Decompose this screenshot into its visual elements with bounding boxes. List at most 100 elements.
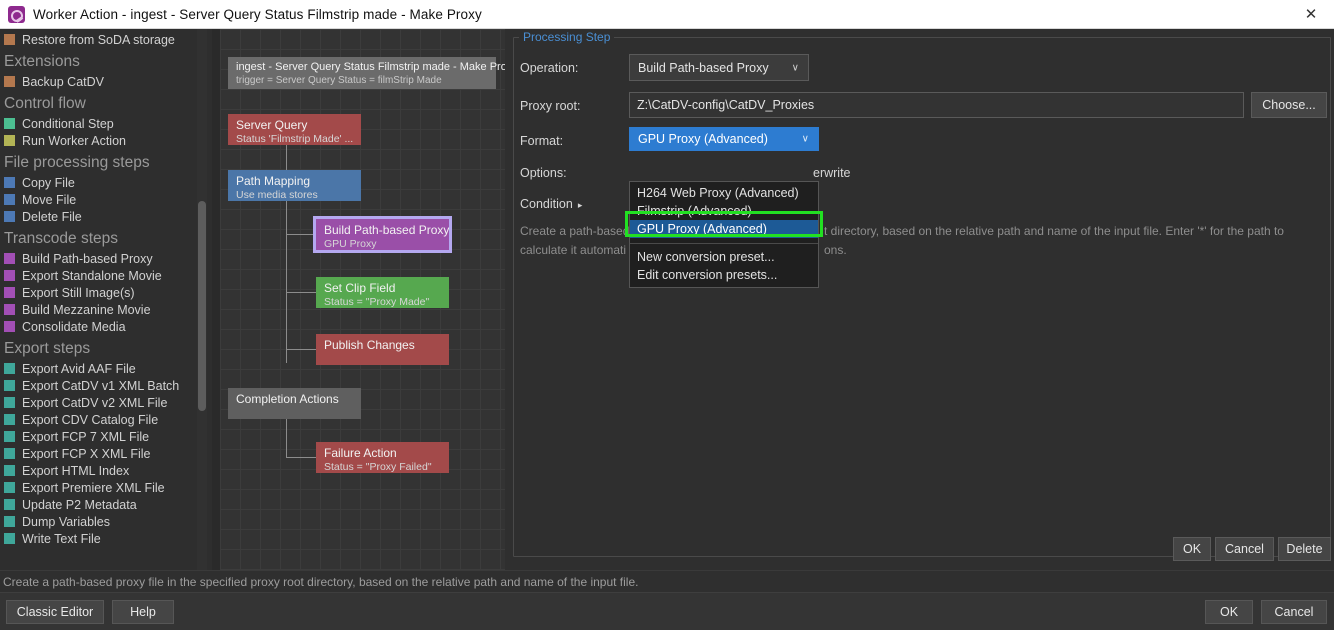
step-color-swatch-icon (4, 194, 15, 205)
sidebar-item-label: Export Still Image(s) (22, 285, 135, 300)
step-description-line2-left: calculate it automati (520, 243, 627, 257)
step-delete-button[interactable]: Delete (1278, 537, 1331, 561)
sidebar-item-delete-file[interactable]: Delete File (0, 208, 212, 225)
workflow-node-title: Server Query (236, 118, 308, 132)
format-combo[interactable]: GPU Proxy (Advanced) ∨ (629, 127, 819, 151)
workflow-node[interactable]: Set Clip Field Status = "Proxy Made" (316, 277, 449, 308)
sidebar-item-label: Export FCP 7 XML File (22, 429, 150, 444)
workflow-node[interactable]: Failure Action Status = "Proxy Failed" (316, 442, 449, 473)
format-dropdown-menu[interactable]: H264 Web Proxy (Advanced) Filmstrip (Adva… (629, 181, 819, 288)
workflow-canvas[interactable]: ingest - Server Query Status Filmstrip m… (220, 29, 505, 570)
workflow-node[interactable]: Publish Changes (316, 334, 449, 365)
sidebar-item-move-file[interactable]: Move File (0, 191, 212, 208)
workflow-node-title: Failure Action (324, 446, 397, 460)
sidebar-item-label: Export Avid AAF File (22, 361, 136, 376)
workflow-node[interactable]: Completion Actions (228, 388, 361, 419)
step-color-swatch-icon (4, 34, 15, 45)
sidebar-item-label: Export CatDV v1 XML Batch (22, 378, 180, 393)
proxy-root-input[interactable]: Z:\CatDV-config\CatDV_Proxies (629, 92, 1244, 118)
sidebar-item-copy-file[interactable]: Copy File (0, 174, 212, 191)
sidebar-item-label: Update P2 Metadata (22, 497, 137, 512)
dropdown-item[interactable]: GPU Proxy (Advanced) (630, 220, 818, 238)
connector-line (286, 145, 287, 170)
sidebar-item-label: Move File (22, 192, 77, 207)
sidebar-item-backup-catdv[interactable]: Backup CatDV (0, 73, 212, 90)
sidebar-item-label: Export CDV Catalog File (22, 412, 159, 427)
options-overwrite-fragment[interactable]: erwrite (813, 166, 851, 180)
format-label: Format: (520, 134, 564, 148)
chevron-down-icon: ∨ (801, 133, 809, 145)
step-color-swatch-icon (4, 397, 15, 408)
connector-line (286, 234, 317, 235)
workflow-node-title: Build Path-based Proxy (324, 223, 450, 237)
workflow-node-title: Publish Changes (324, 338, 415, 352)
sidebar-item-label: Export Standalone Movie (22, 268, 162, 283)
connector-line (286, 292, 317, 293)
dropdown-item[interactable]: New conversion preset... (630, 248, 818, 266)
sidebar-item-restore-from-soda-storage[interactable]: Restore from SoDA storage (0, 31, 212, 48)
sidebar-item-export-html-index[interactable]: Export HTML Index (0, 462, 212, 479)
workflow-node-title: Set Clip Field (324, 281, 396, 295)
connector-line (286, 457, 317, 458)
step-description-line1-left: Create a path-based (520, 224, 630, 238)
sidebar-item-export-standalone-movie[interactable]: Export Standalone Movie (0, 267, 212, 284)
sidebar-item-export-catdv-v1-xml-batch[interactable]: Export CatDV v1 XML Batch (0, 377, 212, 394)
dropdown-item[interactable]: Filmstrip (Advanced) (630, 202, 818, 220)
sidebar-item-export-premiere-xml-file[interactable]: Export Premiere XML File (0, 479, 212, 496)
sidebar-item-run-worker-action[interactable]: Run Worker Action (0, 132, 212, 149)
sidebar-item-label: Run Worker Action (22, 133, 126, 148)
step-palette-sidebar[interactable]: Restore from SoDA storage Extensions Backu… (0, 29, 212, 570)
choose-button[interactable]: Choose... (1251, 92, 1327, 118)
processing-step-panel: Processing Step Operation: Build Path-ba… (505, 29, 1334, 570)
condition-label[interactable]: Condition ▸ (520, 197, 582, 211)
sidebar-item-write-text-file[interactable]: Write Text File (0, 530, 212, 547)
step-ok-button[interactable]: OK (1173, 537, 1211, 561)
step-color-swatch-icon (4, 533, 15, 544)
close-icon[interactable]: ✕ (1288, 0, 1334, 28)
catdv-logo-icon (8, 5, 25, 23)
sidebar-item-label: Consolidate Media (22, 319, 126, 334)
sidebar-item-build-mezzanine-movie[interactable]: Build Mezzanine Movie (0, 301, 212, 318)
dropdown-item[interactable]: H264 Web Proxy (Advanced) (630, 184, 818, 202)
status-bar-text: Create a path-based proxy file in the sp… (3, 574, 639, 589)
sidebar-item-update-p2-metadata[interactable]: Update P2 Metadata (0, 496, 212, 513)
workflow-node[interactable]: Path Mapping Use media stores (228, 170, 361, 201)
condition-label-text: Condition (520, 197, 573, 211)
sidebar-item-export-fcp-x-xml-file[interactable]: Export FCP X XML File (0, 445, 212, 462)
step-color-swatch-icon (4, 76, 15, 87)
sidebar-group-heading: File processing steps (4, 154, 150, 171)
sidebar-item-export-fcp-7-xml-file[interactable]: Export FCP 7 XML File (0, 428, 212, 445)
classic-editor-button[interactable]: Classic Editor (6, 600, 104, 624)
workflow-node[interactable]: Build Path-based Proxy GPU Proxy (313, 216, 452, 253)
sidebar-item-build-path-based-proxy[interactable]: Build Path-based Proxy (0, 250, 212, 267)
step-color-swatch-icon (4, 380, 15, 391)
sidebar-item-export-cdv-catalog-file[interactable]: Export CDV Catalog File (0, 411, 212, 428)
dropdown-item[interactable]: Edit conversion presets... (630, 266, 818, 284)
footer-cancel-button[interactable]: Cancel (1261, 600, 1327, 624)
chevron-right-icon: ▸ (577, 200, 583, 210)
sidebar-item-label: Build Mezzanine Movie (22, 302, 151, 317)
sidebar-item-dump-variables[interactable]: Dump Variables (0, 513, 212, 530)
sidebar-item-export-avid-aaf-file[interactable]: Export Avid AAF File (0, 360, 212, 377)
footer-ok-button[interactable]: OK (1205, 600, 1253, 624)
sidebar-scrollbar-thumb[interactable] (198, 201, 206, 411)
workflow-canvas-panel[interactable]: ingest - Server Query Status Filmstrip m… (212, 29, 505, 570)
sidebar-item-conditional-step[interactable]: Conditional Step (0, 115, 212, 132)
dropdown-separator (630, 243, 818, 244)
workflow-node-subtitle: Use media stores (236, 189, 318, 202)
sidebar-item-label: Export HTML Index (22, 463, 130, 478)
sidebar-group-heading: Extensions (4, 53, 80, 70)
sidebar-item-label: Conditional Step (22, 116, 114, 131)
sidebar-item-export-catdv-v2-xml-file[interactable]: Export CatDV v2 XML File (0, 394, 212, 411)
operation-combo[interactable]: Build Path-based Proxy ∨ (629, 54, 809, 81)
workflow-node[interactable]: Server Query Status 'Filmstrip Made' ... (228, 114, 361, 145)
step-color-swatch-icon (4, 482, 15, 493)
step-cancel-button[interactable]: Cancel (1215, 537, 1274, 561)
sidebar-item-consolidate-media[interactable]: Consolidate Media (0, 318, 212, 335)
operation-combo-value: Build Path-based Proxy (638, 60, 769, 75)
help-button[interactable]: Help (112, 600, 174, 624)
dialog-footer: Classic Editor Help OK Cancel (0, 592, 1334, 630)
step-palette-list: Restore from SoDA storage Extensions Backu… (0, 31, 212, 547)
sidebar-item-export-still-image-s[interactable]: Export Still Image(s) (0, 284, 212, 301)
workflow-node[interactable]: ingest - Server Query Status Filmstrip m… (228, 57, 505, 89)
